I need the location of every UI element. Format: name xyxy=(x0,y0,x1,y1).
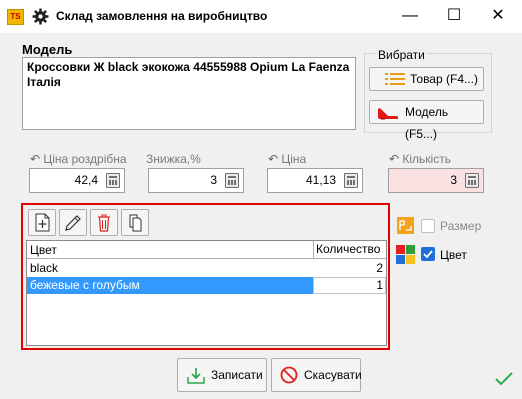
price-label: ↶ Ціна xyxy=(268,152,307,166)
cancel-label: Скасувати xyxy=(304,368,362,382)
color-label: Цвет xyxy=(440,248,467,262)
price-value: 41,13 xyxy=(305,173,336,187)
shoe-icon xyxy=(378,108,398,120)
size-icon xyxy=(397,217,414,234)
download-icon xyxy=(187,368,205,384)
copy-row-button[interactable] xyxy=(121,209,149,236)
calculator-icon[interactable] xyxy=(344,173,358,188)
color-checkbox[interactable] xyxy=(421,247,435,261)
close-button[interactable]: ✕ xyxy=(476,0,520,32)
size-checkbox[interactable] xyxy=(421,219,435,233)
discount-value: 3 xyxy=(210,173,217,187)
table-row-selected[interactable]: бежевые с голубым 1 xyxy=(27,277,386,294)
select-model-button[interactable]: Модель (F5...) xyxy=(369,100,484,141)
check-status-icon xyxy=(495,372,513,386)
calculator-icon[interactable] xyxy=(465,173,479,188)
title-bar: TS Склад замовлення на виробництво — ☐ ✕ xyxy=(0,0,522,33)
select-product-label: Товар (F4...) xyxy=(410,72,478,86)
calculator-icon[interactable] xyxy=(225,173,239,188)
quantity-field[interactable]: 3 xyxy=(388,168,484,193)
focused-cell xyxy=(313,277,386,294)
minimize-button[interactable]: — xyxy=(388,0,432,32)
grid-header: Цвет Количество xyxy=(27,241,386,259)
cell-color: black xyxy=(30,261,59,275)
window-title: Склад замовлення на виробництво xyxy=(56,9,268,23)
quantity-value: 3 xyxy=(450,173,457,187)
palette-icon xyxy=(396,245,415,264)
select-model-label: Модель (F5...) xyxy=(405,105,449,141)
column-header-quantity[interactable]: Количество xyxy=(313,241,386,259)
app-logo-icon: TS xyxy=(7,9,24,25)
cell-quantity: 1 xyxy=(376,278,383,292)
retail-price-label: ↶ Ціна роздрібна xyxy=(30,152,127,166)
gear-icon xyxy=(32,8,49,25)
undo-icon: ↶ xyxy=(30,152,44,166)
model-text-box[interactable]: Кроссовки Ж black экокожа 44555988 Opium… xyxy=(22,57,356,130)
choose-label: Вибрати xyxy=(376,48,427,62)
quantity-label: ↶ Кількість xyxy=(389,152,451,166)
add-document-icon xyxy=(35,213,50,232)
price-field[interactable]: 41,13 xyxy=(267,168,363,193)
maximize-button[interactable]: ☐ xyxy=(432,0,476,32)
undo-icon: ↶ xyxy=(389,152,403,166)
cell-color: бежевые с голубым xyxy=(30,278,140,292)
delete-row-button[interactable] xyxy=(90,209,118,236)
pencil-icon xyxy=(65,215,81,231)
retail-price-field[interactable]: 42,4 xyxy=(29,168,125,193)
save-label: Записати xyxy=(211,368,263,382)
model-label: Модель xyxy=(22,42,73,57)
undo-icon: ↶ xyxy=(268,152,282,166)
discount-label: Знижка,% xyxy=(146,152,201,166)
cancel-icon xyxy=(280,366,298,384)
edit-row-button[interactable] xyxy=(59,209,87,236)
trash-icon xyxy=(98,214,110,232)
list-icon xyxy=(385,73,405,85)
checkmark-icon xyxy=(423,250,433,259)
copy-icon xyxy=(129,214,142,232)
size-label: Размер xyxy=(440,219,482,233)
retail-price-value: 42,4 xyxy=(74,173,98,187)
discount-field[interactable]: 3 xyxy=(148,168,244,193)
cell-quantity: 2 xyxy=(376,261,383,275)
calculator-icon[interactable] xyxy=(106,173,120,188)
add-row-button[interactable] xyxy=(28,209,56,236)
table-row[interactable]: black 2 xyxy=(27,260,386,277)
save-button[interactable]: Записати xyxy=(177,358,267,392)
select-product-button[interactable]: Товар (F4...) xyxy=(369,67,484,91)
colors-grid[interactable]: Цвет Количество black 2 бежевые с голубы… xyxy=(26,240,387,346)
column-header-color[interactable]: Цвет xyxy=(30,243,57,257)
cancel-button[interactable]: Скасувати xyxy=(271,358,362,392)
